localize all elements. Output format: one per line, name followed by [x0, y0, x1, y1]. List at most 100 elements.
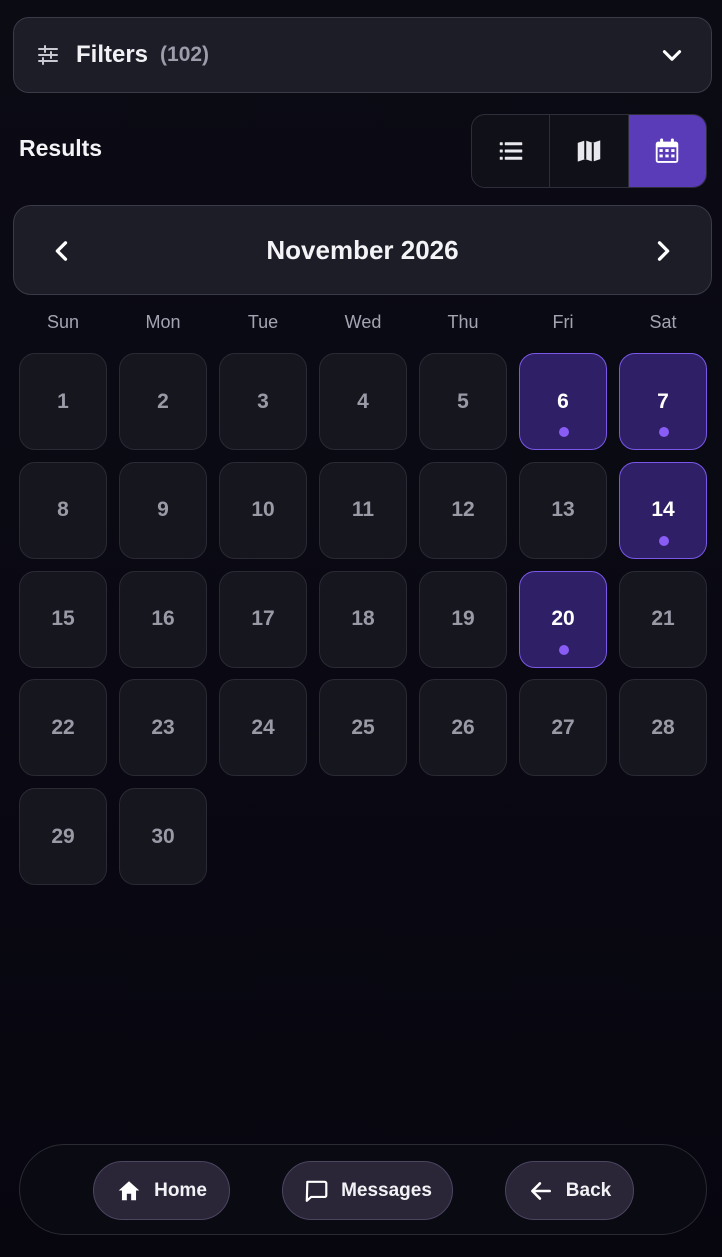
- calendar-day[interactable]: 28: [619, 679, 707, 777]
- day-number: 17: [251, 607, 275, 630]
- event-dot: [659, 535, 669, 546]
- calendar-day[interactable]: 5: [419, 353, 507, 450]
- day-number: 6: [557, 389, 569, 413]
- calendar-day[interactable]: 20: [519, 570, 607, 668]
- arrow-left-icon: [530, 1181, 551, 1200]
- day-number: 18: [351, 607, 375, 630]
- weekday-label: Sun: [46, 312, 80, 332]
- weekday-label: Sat: [649, 312, 677, 332]
- filters-count: (102): [160, 43, 210, 66]
- calendar-day[interactable]: 4: [319, 353, 407, 450]
- calendar-day[interactable]: 17: [219, 570, 307, 668]
- day-number: 19: [451, 607, 475, 630]
- day-number: 29: [51, 824, 75, 848]
- calendar-day[interactable]: 16: [119, 570, 207, 668]
- messages-label: Messages: [341, 1179, 432, 1201]
- calendar-icon: [656, 138, 679, 163]
- chevron-left-icon[interactable]: [48, 237, 76, 265]
- day-number: 24: [251, 715, 275, 739]
- calendar-day[interactable]: 18: [319, 570, 407, 668]
- day-number: 14: [651, 498, 675, 522]
- day-number: 3: [257, 389, 269, 413]
- calendar-day[interactable]: 6: [519, 353, 607, 450]
- list-view-button[interactable]: [472, 115, 551, 187]
- calendar-day[interactable]: 7: [619, 353, 707, 450]
- calendar-day[interactable]: 21: [619, 570, 707, 668]
- view-toggle: [471, 114, 707, 188]
- calendar-day[interactable]: 27: [519, 679, 607, 777]
- calendar-day[interactable]: 1: [19, 353, 107, 450]
- day-number: 4: [357, 389, 369, 413]
- month-title: November 2026: [266, 234, 459, 265]
- event-dot: [559, 644, 569, 655]
- map-icon: [577, 140, 601, 162]
- calendar-day[interactable]: 12: [419, 461, 507, 559]
- weekday-label: Fri: [552, 312, 574, 332]
- day-number: 15: [51, 607, 75, 630]
- day-number: 12: [451, 498, 475, 522]
- day-number: 21: [651, 607, 675, 630]
- day-number: 26: [451, 715, 475, 739]
- day-number: 10: [251, 498, 275, 522]
- day-number: 30: [151, 824, 175, 848]
- day-number: 11: [351, 498, 375, 522]
- calendar-day[interactable]: 29: [19, 788, 107, 885]
- messages-button[interactable]: Messages: [282, 1161, 453, 1220]
- day-number: 9: [157, 498, 169, 522]
- calendar-day[interactable]: 25: [319, 679, 407, 777]
- calendar-day[interactable]: 26: [419, 679, 507, 777]
- tune-icon: [38, 45, 58, 65]
- bottom-nav: Home Messages Back: [19, 1144, 707, 1235]
- chevron-right-icon[interactable]: [649, 237, 677, 265]
- filters-bar[interactable]: Filters (102): [13, 17, 712, 93]
- filters-label: Filters: [76, 41, 149, 68]
- day-number: 2: [157, 389, 169, 413]
- calendar-day[interactable]: 13: [519, 461, 607, 559]
- list-icon: [499, 142, 522, 160]
- day-number: 13: [551, 498, 575, 522]
- weekday-label: Mon: [145, 312, 181, 332]
- day-number: 16: [151, 607, 175, 630]
- day-number: 27: [551, 715, 575, 739]
- day-number: 5: [457, 389, 469, 413]
- calendar-day[interactable]: 23: [119, 679, 207, 777]
- back-button[interactable]: Back: [505, 1161, 634, 1220]
- day-number: 7: [657, 389, 669, 413]
- day-number: 1: [57, 389, 69, 413]
- message-icon: [305, 1180, 328, 1202]
- calendar-day[interactable]: 24: [219, 679, 307, 777]
- back-label: Back: [565, 1179, 612, 1201]
- home-button[interactable]: Home: [93, 1161, 230, 1220]
- home-label: Home: [154, 1179, 207, 1201]
- chevron-down-icon[interactable]: [659, 43, 685, 69]
- calendar-view-button[interactable]: [628, 115, 706, 187]
- day-number: 25: [351, 715, 375, 739]
- calendar-day[interactable]: 15: [19, 570, 107, 668]
- calendar-grid: 1 2 3 4 5 6 7 8 9 10 11 12 13 14 15 16 17 18 19 20 21 22 23 24 2…: [19, 353, 707, 885]
- day-number: 8: [57, 498, 69, 522]
- map-view-button[interactable]: [550, 115, 629, 187]
- month-header: November 2026: [13, 205, 712, 295]
- calendar-day[interactable]: 22: [19, 679, 107, 777]
- calendar-day[interactable]: 8: [19, 461, 107, 559]
- calendar-day[interactable]: 11: [319, 461, 407, 559]
- day-number: 22: [51, 715, 75, 739]
- calendar-day[interactable]: 9: [119, 461, 207, 559]
- home-icon: [118, 1180, 140, 1200]
- results-heading: Results: [19, 135, 103, 161]
- calendar-day[interactable]: 14: [619, 461, 707, 559]
- day-number: 20: [551, 607, 575, 630]
- weekday-label: Thu: [447, 312, 479, 332]
- calendar-day[interactable]: 3: [219, 353, 307, 450]
- event-dot: [659, 427, 669, 437]
- weekday-header: Sun Mon Tue Wed Thu Fri Sat: [19, 312, 707, 336]
- calendar-day[interactable]: 2: [119, 353, 207, 450]
- day-number: 28: [651, 715, 675, 739]
- weekday-label: Wed: [344, 312, 382, 332]
- weekday-label: Tue: [247, 312, 279, 332]
- calendar-day[interactable]: 10: [219, 461, 307, 559]
- event-dot: [559, 427, 569, 437]
- day-number: 23: [151, 715, 175, 739]
- calendar-day[interactable]: 30: [119, 788, 207, 885]
- calendar-day[interactable]: 19: [419, 570, 507, 668]
